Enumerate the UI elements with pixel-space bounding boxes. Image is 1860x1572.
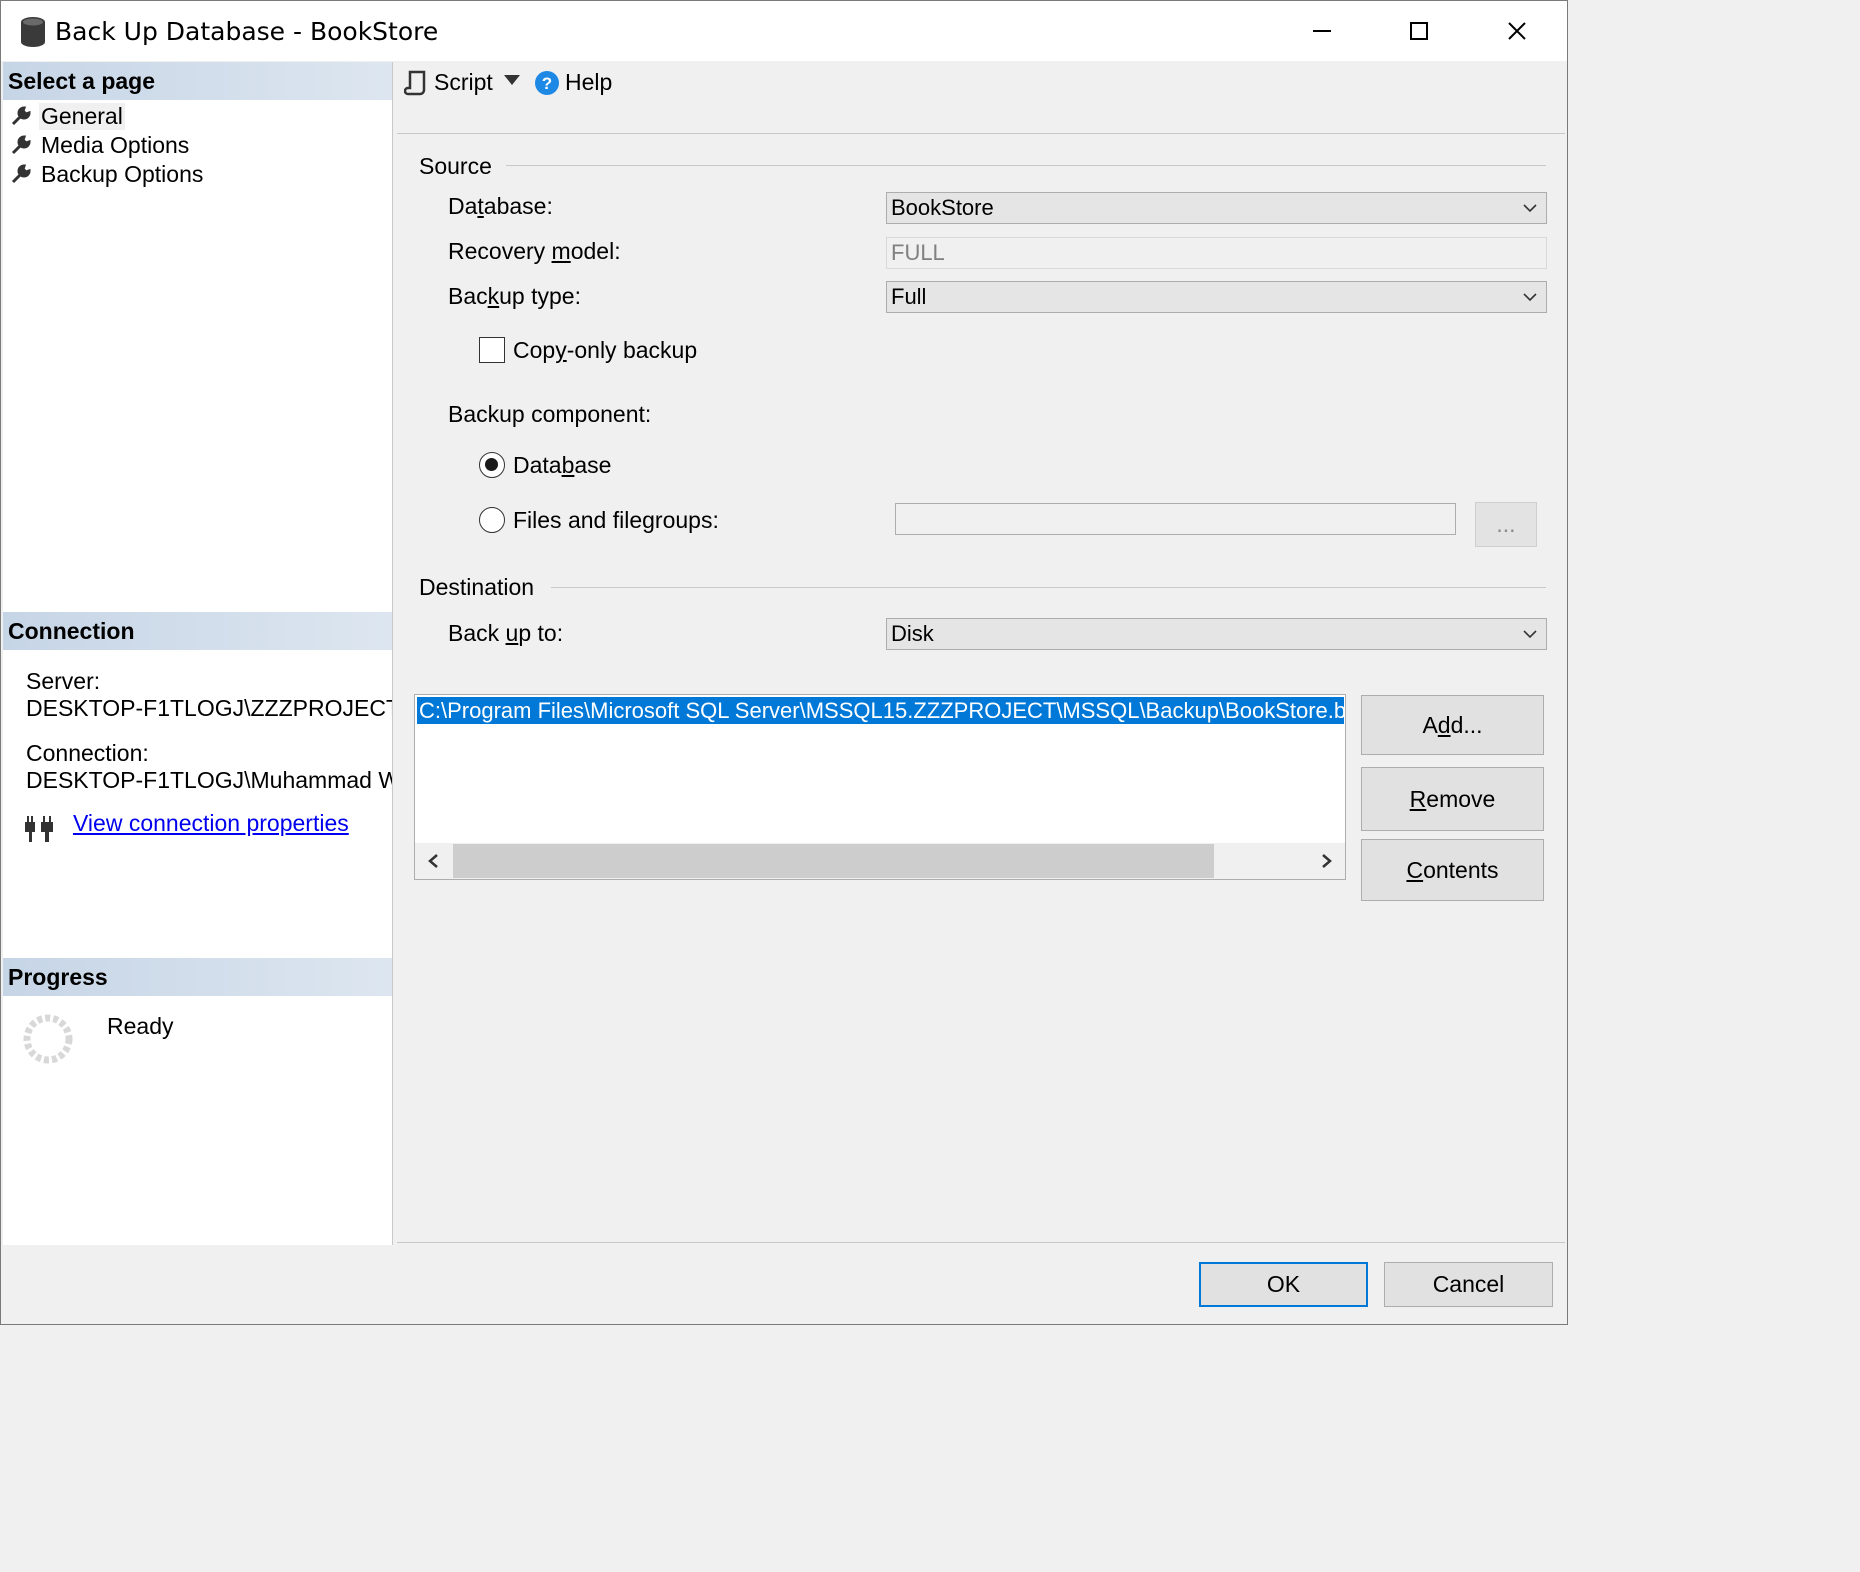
view-connection-properties-link[interactable]: View connection properties xyxy=(73,810,349,837)
database-label: Database: xyxy=(448,193,553,219)
recovery-model-label: Recovery model: xyxy=(448,238,621,264)
recovery-model-field: FULL xyxy=(886,237,1547,269)
page-media-options[interactable]: Media Options xyxy=(11,131,191,159)
window-title: Back Up Database - BookStore xyxy=(55,17,439,46)
scrollbar-thumb[interactable] xyxy=(453,844,1214,878)
connection-plug-icon xyxy=(25,816,53,842)
backup-to-value: Disk xyxy=(891,621,934,646)
footer-separator xyxy=(397,1242,1565,1243)
script-label: Script xyxy=(434,69,493,95)
database-select[interactable]: BookStore xyxy=(886,192,1547,224)
wrench-icon xyxy=(11,135,31,155)
ok-button[interactable]: OK xyxy=(1199,1262,1368,1307)
backup-to-select[interactable]: Disk xyxy=(886,618,1547,650)
page-general[interactable]: General xyxy=(11,102,125,130)
connection-header: Connection xyxy=(3,612,392,650)
minimize-button[interactable] xyxy=(1274,1,1370,61)
help-icon: ? xyxy=(535,70,559,95)
radio-selected-dot xyxy=(485,458,498,471)
browse-filegroups-button: ... xyxy=(1475,502,1537,547)
database-value: BookStore xyxy=(891,195,994,220)
dropdown-triangle-icon xyxy=(504,75,520,85)
page-label: General xyxy=(39,102,125,130)
script-dropdown-button[interactable] xyxy=(504,75,520,85)
svg-text:?: ? xyxy=(542,74,552,93)
contents-button[interactable]: Contents xyxy=(1361,839,1544,901)
minimize-icon xyxy=(1313,30,1331,32)
source-divider xyxy=(506,165,1546,166)
database-icon xyxy=(21,17,45,47)
scroll-right-button[interactable] xyxy=(1309,843,1345,879)
destination-group-title: Destination xyxy=(419,574,535,600)
destination-list[interactable]: C:\Program Files\Microsoft SQL Server\MS… xyxy=(414,694,1346,880)
horizontal-scrollbar[interactable] xyxy=(415,843,1345,879)
wrench-icon xyxy=(11,164,31,184)
chevron-down-icon xyxy=(1523,204,1537,213)
close-button[interactable] xyxy=(1469,1,1565,61)
server-label: Server: xyxy=(26,668,101,694)
files-filegroups-input xyxy=(895,503,1456,535)
title-bar[interactable]: Back Up Database - BookStore xyxy=(1,1,1567,61)
maximize-button[interactable] xyxy=(1371,1,1467,61)
progress-spinner-icon xyxy=(23,1014,73,1064)
database-radio[interactable] xyxy=(479,452,505,478)
files-filegroups-label[interactable]: Files and filegroups: xyxy=(513,507,719,534)
backup-database-dialog: Back Up Database - BookStore Select a pa… xyxy=(0,0,1568,1325)
backup-type-select[interactable]: Full xyxy=(886,281,1547,313)
page-label: Backup Options xyxy=(41,160,204,187)
source-group-title: Source xyxy=(419,153,492,179)
help-label: Help xyxy=(565,69,613,95)
connection-value: DESKTOP-F1TLOGJ\Muhammad Waqas xyxy=(26,767,392,793)
files-filegroups-radio[interactable] xyxy=(479,507,505,533)
close-icon xyxy=(1508,22,1526,40)
backup-component-label: Backup component: xyxy=(448,401,652,427)
server-value: DESKTOP-F1TLOGJ\ZZZPROJECT xyxy=(26,695,392,721)
copy-only-checkbox[interactable] xyxy=(479,337,505,363)
chevron-down-icon xyxy=(1523,630,1537,639)
select-page-header: Select a page xyxy=(3,62,392,100)
destination-divider xyxy=(551,587,1546,588)
backup-type-value: Full xyxy=(891,284,927,309)
backup-type-label: Backup type: xyxy=(448,283,581,309)
chevron-right-icon xyxy=(1322,854,1332,868)
script-button[interactable]: Script xyxy=(404,69,493,96)
list-item[interactable]: C:\Program Files\Microsoft SQL Server\MS… xyxy=(417,697,1344,724)
cancel-button[interactable]: Cancel xyxy=(1384,1262,1553,1307)
progress-status: Ready xyxy=(107,1013,174,1039)
chevron-left-icon xyxy=(428,854,438,868)
database-radio-label[interactable]: Database xyxy=(513,452,611,479)
maximize-icon xyxy=(1410,22,1428,40)
connection-label: Connection: xyxy=(26,740,149,766)
wrench-icon xyxy=(11,106,31,126)
help-button[interactable]: ? Help xyxy=(535,69,612,96)
script-icon xyxy=(404,70,426,95)
copy-only-label[interactable]: Copy-only backup xyxy=(513,337,697,364)
scroll-left-button[interactable] xyxy=(415,843,451,879)
toolbar-separator xyxy=(397,133,1565,134)
chevron-down-icon xyxy=(1523,293,1537,302)
backup-to-label: Back up to: xyxy=(448,620,564,646)
page-label: Media Options xyxy=(41,131,190,158)
page-backup-options[interactable]: Backup Options xyxy=(11,160,205,188)
left-panel: Select a page General Media Options Back… xyxy=(3,62,393,1245)
add-button[interactable]: Add... xyxy=(1361,695,1544,755)
remove-button[interactable]: Remove xyxy=(1361,767,1544,831)
progress-header: Progress xyxy=(3,958,392,996)
